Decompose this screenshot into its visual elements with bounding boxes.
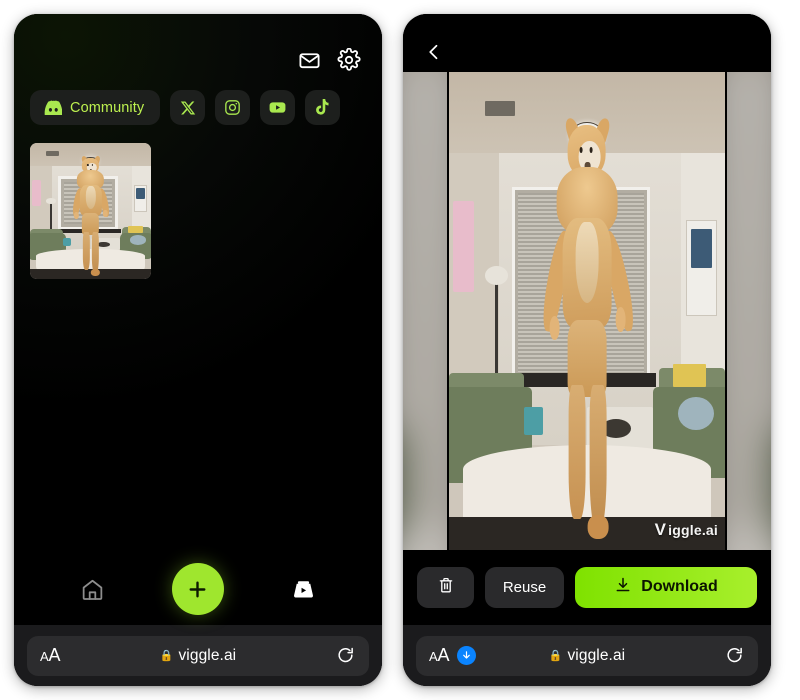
- generated-video-thumbnail[interactable]: [30, 143, 151, 279]
- delete-button[interactable]: [417, 566, 474, 608]
- result-video[interactable]: V iggle.ai: [403, 72, 771, 550]
- video-blur-right: [726, 72, 771, 550]
- url-host-right: viggle.ai: [567, 646, 626, 664]
- lock-icon: 🔒: [159, 650, 174, 662]
- video-frame[interactable]: V iggle.ai: [449, 72, 725, 550]
- community-label: Community: [70, 99, 145, 116]
- instagram-icon[interactable]: [215, 90, 251, 125]
- url-center-left: 🔒 viggle.ai: [27, 647, 369, 665]
- viggle-home-body: Community: [14, 14, 382, 554]
- youtube-icon[interactable]: [260, 90, 296, 125]
- generated-gallery: [14, 125, 382, 279]
- mail-icon[interactable]: [296, 47, 323, 74]
- left-screen: Community AA 🔒 viggle.ai: [14, 14, 382, 686]
- result-action-bar: Reuse Download: [403, 550, 771, 624]
- discord-icon: [43, 100, 62, 115]
- download-label: Download: [641, 578, 718, 595]
- url-bar-left[interactable]: AA 🔒 viggle.ai: [27, 635, 369, 676]
- home-topbar: [14, 14, 382, 76]
- home-bottom-nav: [14, 554, 382, 624]
- right-screen: V iggle.ai Reuse Download AA 🔒 viggle.ai: [403, 14, 771, 686]
- download-button[interactable]: Download: [575, 566, 757, 608]
- trash-icon: [437, 576, 455, 598]
- thumbnail-scene: [30, 143, 151, 279]
- phone-left: Community AA 🔒 viggle.ai: [14, 14, 382, 686]
- screenshot-stage: Community AA 🔒 viggle.ai V iggle.ai Reus…: [0, 0, 800, 700]
- x-twitter-icon[interactable]: [170, 90, 206, 125]
- url-host-left: viggle.ai: [178, 646, 237, 664]
- reload-icon-left[interactable]: [334, 645, 356, 667]
- reload-icon-right[interactable]: [723, 645, 745, 667]
- lock-icon: 🔒: [548, 650, 563, 662]
- back-chevron-icon[interactable]: [419, 37, 449, 67]
- character-figure: [70, 155, 112, 276]
- text-size-button-left[interactable]: AA: [40, 645, 60, 666]
- tiktok-icon[interactable]: [305, 90, 341, 125]
- text-size-button-right[interactable]: AA: [429, 645, 449, 666]
- phone-right: V iggle.ai Reuse Download AA 🔒 viggle.ai: [403, 14, 771, 686]
- gear-icon[interactable]: [335, 47, 362, 74]
- safari-toolbar-left: AA 🔒 viggle.ai: [14, 624, 382, 686]
- download-icon: [614, 576, 632, 599]
- reuse-button[interactable]: Reuse: [485, 566, 564, 608]
- social-links-row: Community: [14, 76, 382, 125]
- home-icon[interactable]: [67, 565, 119, 613]
- result-topbar: [403, 14, 771, 72]
- community-button[interactable]: Community: [30, 90, 161, 125]
- viggle-result-body: V iggle.ai Reuse Download: [403, 14, 771, 624]
- video-blur-left: [403, 72, 448, 550]
- safari-toolbar-right: AA 🔒 viggle.ai: [403, 624, 771, 686]
- assets-icon[interactable]: [277, 565, 329, 613]
- url-bar-right[interactable]: AA 🔒 viggle.ai: [416, 635, 758, 676]
- downloads-icon[interactable]: [457, 646, 477, 665]
- character-figure: [539, 117, 638, 539]
- create-plus-icon[interactable]: [171, 563, 224, 615]
- video-scene: V iggle.ai: [449, 72, 725, 550]
